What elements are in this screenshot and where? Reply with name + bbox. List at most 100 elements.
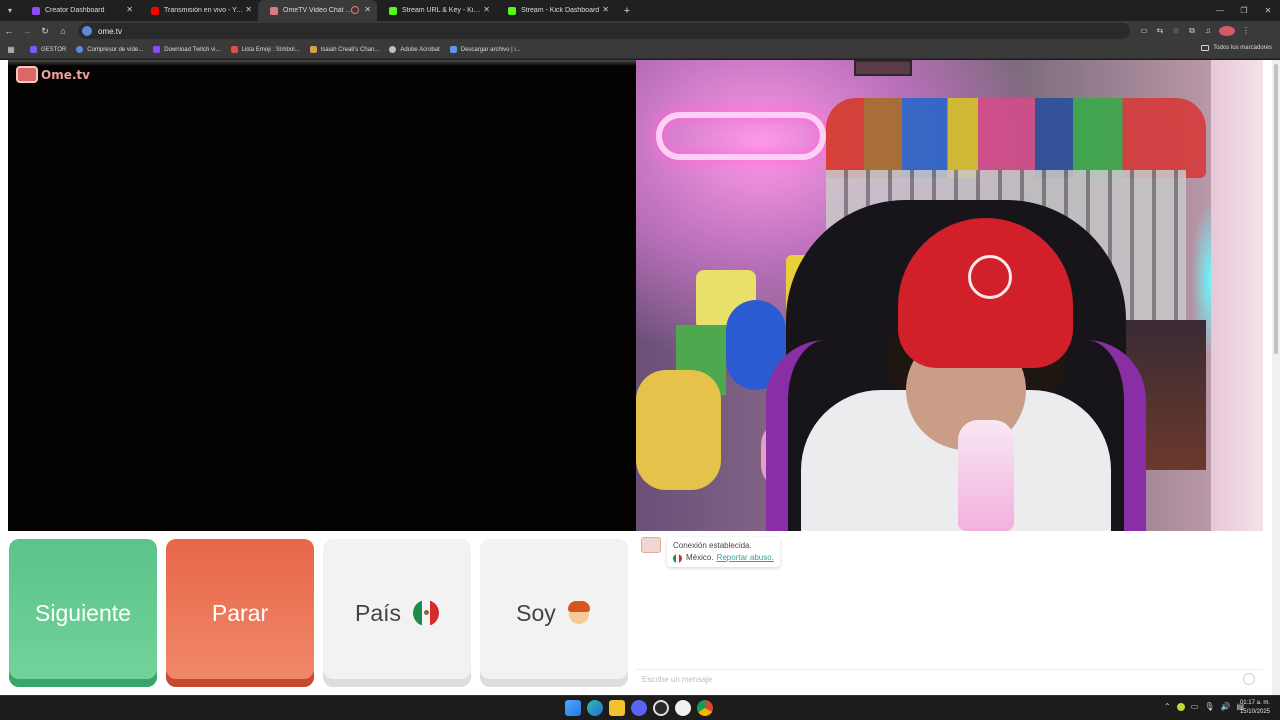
- tab-title: Stream - Kick Dashboard: [521, 7, 600, 14]
- tab-strip: ▾ Creator Dashboard ✕ Transmisión en viv…: [0, 0, 1280, 21]
- obs-icon[interactable]: [653, 700, 669, 716]
- yellow-plush: [636, 370, 721, 490]
- bookmark-label: Lista Emoji : Símbol...: [241, 46, 300, 53]
- microphone-icon[interactable]: 🎙: [1204, 702, 1214, 711]
- system-tray: ⌃ ▭ 🎙 🔊 ▤: [1158, 702, 1244, 711]
- window-controls: — ❐ ✕: [1208, 0, 1280, 21]
- clock-date: 15/10/2025: [1239, 709, 1270, 715]
- boy-emoji-icon: [566, 600, 592, 626]
- country-button[interactable]: País: [323, 539, 471, 687]
- restore-icon[interactable]: ❐: [1232, 0, 1256, 21]
- address-bar[interactable]: ome.tv: [78, 23, 1130, 39]
- bookmark-item[interactable]: Lista Emoji : Símbol...: [230, 46, 300, 53]
- bookmark-item[interactable]: Adobe Acrobat: [389, 46, 440, 53]
- ometv-page: Ome.tv Siguiente Parar País Soy Conexión…: [0, 60, 1280, 695]
- twitch-icon: [32, 6, 40, 15]
- bookmark-item[interactable]: GESTOR: [30, 46, 66, 53]
- tab-kick-key[interactable]: Stream URL & Key - Kick Dashb ✕: [377, 0, 496, 21]
- logo-text: Ome.tv: [41, 67, 90, 82]
- neon-mustache-sign: [656, 112, 826, 160]
- bookmark-favicon-icon: [449, 46, 457, 53]
- device-icon[interactable]: ▭: [1191, 702, 1199, 711]
- discord-icon[interactable]: [631, 700, 647, 716]
- bookmark-favicon-icon: [30, 46, 37, 53]
- tray-chevron-icon[interactable]: ⌃: [1164, 702, 1171, 711]
- remote-video: Ome.tv: [8, 60, 636, 531]
- url-text: ome.tv: [98, 26, 123, 36]
- itunes-icon[interactable]: [675, 700, 691, 716]
- all-bookmarks-folder[interactable]: Todos los marcadores: [1201, 45, 1272, 51]
- new-tab-button[interactable]: +: [619, 5, 635, 17]
- menu-icon[interactable]: ⋮: [1238, 26, 1254, 36]
- tab-ometv[interactable]: OmeTV Video Chat — Ome ✕: [258, 0, 377, 21]
- bookmark-label: Descargar archivo | i...: [460, 46, 521, 53]
- close-icon[interactable]: ✕: [483, 5, 490, 14]
- ometv-logo-icon: [16, 66, 38, 83]
- site-info-icon[interactable]: [82, 26, 92, 36]
- profile-avatar[interactable]: [1219, 26, 1235, 36]
- translate-icon[interactable]: ⇆: [1152, 26, 1168, 36]
- taskbar-clock[interactable]: 01:17 a. m. 15/10/2025: [1240, 699, 1270, 717]
- ometv-logo: Ome.tv: [16, 66, 90, 83]
- norton-icon[interactable]: [1176, 702, 1185, 711]
- bookmark-item[interactable]: Isaiah Creati's Chan...: [309, 46, 380, 53]
- extensions-icon[interactable]: ⧉: [1184, 26, 1200, 36]
- bookmark-item[interactable]: Compresor de víde...: [76, 46, 143, 53]
- browser-toolbar: ← → ↻ ⌂ ome.tv ▭ ⇆ ☆ ⧉ ♫ ⋮: [0, 21, 1280, 41]
- bookmark-star-icon[interactable]: ☆: [1168, 26, 1184, 36]
- message-input[interactable]: [642, 675, 1232, 684]
- bookmark-favicon-icon: [389, 46, 397, 53]
- edge-icon[interactable]: [587, 700, 603, 716]
- close-icon[interactable]: ✕: [602, 5, 609, 14]
- all-bookmarks-label: Todos los marcadores: [1213, 45, 1272, 51]
- bookmark-item[interactable]: Download Twitch vi...: [153, 46, 221, 53]
- bookmark-favicon-icon: [230, 46, 238, 53]
- next-label: Siguiente: [35, 599, 131, 626]
- close-window-icon[interactable]: ✕: [1256, 0, 1280, 21]
- bookmark-item[interactable]: Descargar archivo | i...: [449, 46, 521, 53]
- plush-toys-row: [826, 98, 1206, 178]
- chrome-icon[interactable]: [697, 700, 713, 716]
- microphone: [958, 420, 1014, 531]
- minimize-icon[interactable]: —: [1208, 0, 1232, 21]
- windows-start-icon[interactable]: [565, 700, 581, 716]
- gender-button[interactable]: Soy: [480, 539, 628, 687]
- close-icon[interactable]: ✕: [364, 5, 371, 14]
- folder-icon: [1201, 45, 1210, 51]
- back-icon[interactable]: ←: [0, 26, 18, 36]
- bookmark-label: Isaiah Creati's Chan...: [320, 46, 380, 53]
- mexico-flag-icon: [673, 553, 682, 563]
- windows-taskbar: ⌃ ▭ 🎙 🔊 ▤ 01:17 a. m. 15/10/2025: [0, 695, 1280, 720]
- tab-title: Stream URL & Key - Kick Dashb: [402, 7, 482, 14]
- close-icon[interactable]: ✕: [126, 5, 133, 14]
- ometv-icon: [270, 6, 278, 15]
- cast-icon[interactable]: ▭: [1136, 26, 1152, 36]
- scrollbar-thumb[interactable]: [1274, 64, 1278, 354]
- bookmark-label: Download Twitch vi...: [164, 46, 221, 53]
- next-button[interactable]: Siguiente: [9, 539, 157, 687]
- gender-label: Soy: [516, 599, 556, 626]
- video-glow: [8, 60, 636, 66]
- tab-kick-stream[interactable]: Stream - Kick Dashboard ✕: [496, 0, 615, 21]
- close-icon[interactable]: ✕: [245, 5, 252, 14]
- cap-logo: [968, 255, 1012, 299]
- stop-button[interactable]: Parar: [166, 539, 314, 687]
- apps-grid-icon[interactable]: ▦: [2, 45, 20, 54]
- tab-youtube[interactable]: Transmisión en vivo - YouTube ✕: [139, 0, 258, 21]
- forward-icon[interactable]: →: [18, 26, 36, 36]
- file-explorer-icon[interactable]: [609, 700, 625, 716]
- media-icon[interactable]: ♫: [1200, 26, 1216, 36]
- report-abuse-link[interactable]: Reportar abuso.: [717, 552, 774, 564]
- tab-title: OmeTV Video Chat — Ome: [283, 7, 353, 14]
- youtube-icon: [151, 6, 159, 15]
- tab-search-icon[interactable]: ▾: [0, 0, 20, 21]
- emoji-icon[interactable]: [1243, 673, 1255, 685]
- page-scrollbar[interactable]: [1272, 60, 1280, 695]
- bookmarks-bar: ▦ GESTOR Compresor de víde... Download T…: [0, 41, 1280, 59]
- reload-icon[interactable]: ↻: [36, 26, 54, 37]
- tab-creator-dashboard[interactable]: Creator Dashboard ✕: [20, 0, 139, 21]
- home-icon[interactable]: ⌂: [54, 26, 72, 36]
- partner-country: México.: [686, 553, 714, 562]
- volume-icon[interactable]: 🔊: [1220, 702, 1230, 711]
- kick-icon: [508, 6, 516, 15]
